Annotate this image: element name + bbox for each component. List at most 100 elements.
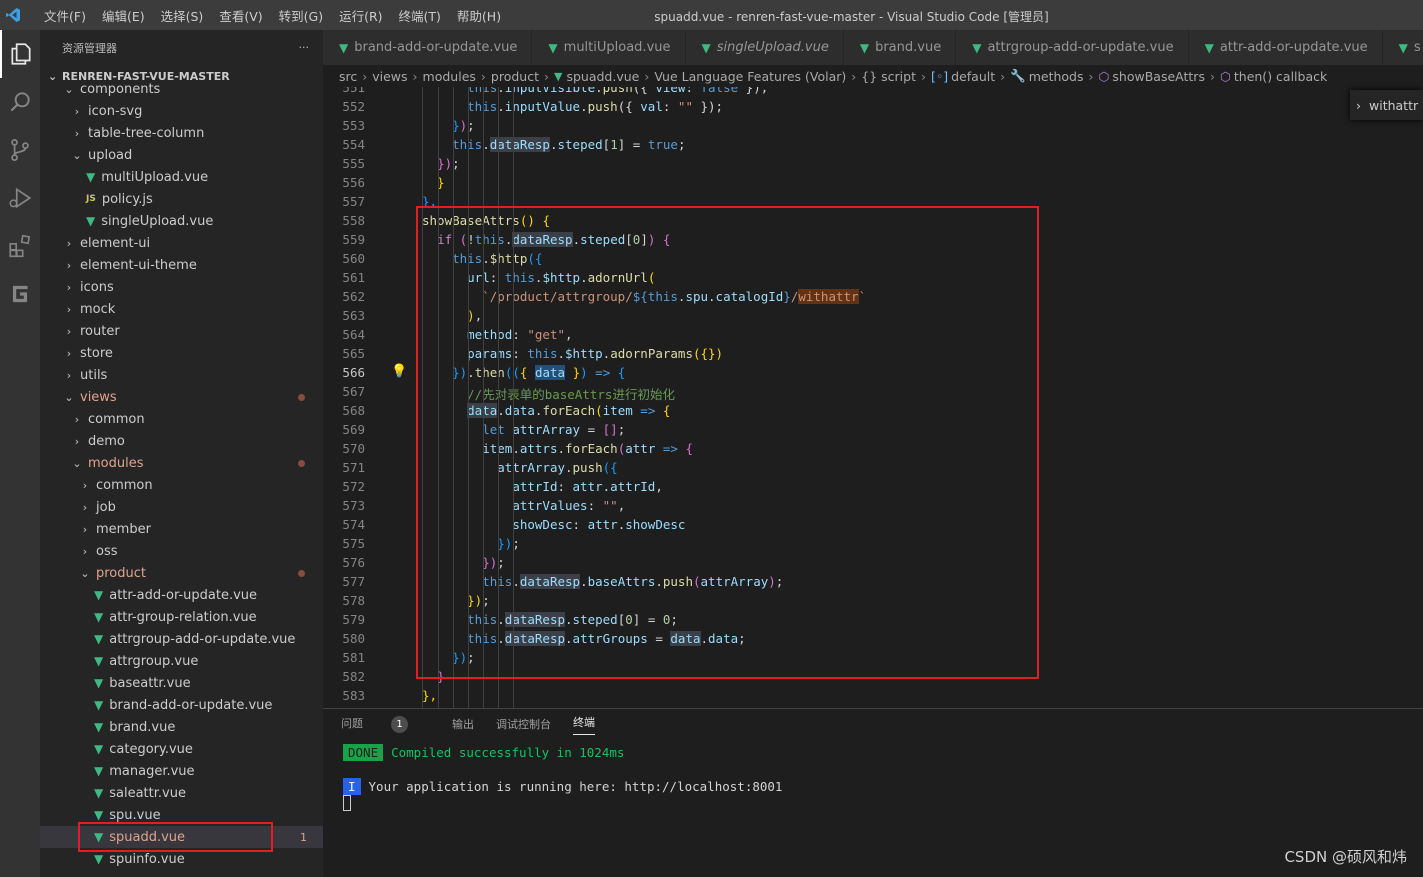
editor-tabs: ▼ brand-add-or-update.vue ▼ multiUpload.vue… bbox=[323, 30, 1423, 65]
tree-folder[interactable]: › job bbox=[40, 496, 323, 518]
chevron-right-icon: › bbox=[66, 280, 72, 294]
code-line: } bbox=[422, 175, 445, 190]
breadcrumb-item[interactable]: src bbox=[339, 69, 357, 84]
editor-tab[interactable]: ▼ attrgroup-add-or-update.vue bbox=[956, 30, 1189, 65]
tree-folder[interactable]: › element-ui-theme bbox=[40, 254, 323, 276]
line-number: 575 bbox=[342, 536, 365, 551]
breadcrumb-item[interactable]: showBaseAttrs bbox=[1112, 69, 1205, 84]
search-icon[interactable] bbox=[0, 78, 40, 126]
tree-file[interactable]: ▼ singleUpload.vue bbox=[40, 210, 323, 232]
editor-tab[interactable]: ▼ multiUpload.vue bbox=[532, 30, 686, 65]
menu-item[interactable]: 帮助(H) bbox=[449, 6, 509, 25]
tab-debug-console[interactable]: 调试控制台 bbox=[496, 716, 551, 732]
run-debug-icon[interactable] bbox=[0, 174, 40, 222]
tree-file[interactable]: ▼ multiUpload.vue bbox=[40, 166, 323, 188]
line-number: 581 bbox=[342, 650, 365, 665]
running-message: Your application is running here: http:/… bbox=[368, 778, 783, 794]
tree-folder[interactable]: › element-ui bbox=[40, 232, 323, 254]
breadcrumb-item[interactable]: product bbox=[491, 69, 539, 84]
sticky-scroll-widget[interactable]: › withattr bbox=[1350, 90, 1423, 120]
terminal-output[interactable]: DONE Compiled successfully in 1024ms I Y… bbox=[323, 739, 1423, 811]
panel-tabs: 问题 1 输出 调试控制台 终端 bbox=[323, 709, 1423, 739]
tree-folder[interactable]: › icon-svg bbox=[40, 100, 323, 122]
lightbulb-icon[interactable]: 💡 bbox=[391, 364, 407, 379]
breadcrumb-item[interactable]: spuadd.vue bbox=[566, 69, 639, 84]
source-control-icon[interactable] bbox=[0, 126, 40, 174]
tree-folder[interactable]: › oss bbox=[40, 540, 323, 562]
line-number: 579 bbox=[342, 612, 365, 627]
breadcrumb-item[interactable]: modules bbox=[423, 69, 476, 84]
tree-file[interactable]: JS policy.js bbox=[40, 188, 323, 210]
tree-folder[interactable]: › utils bbox=[40, 364, 323, 386]
editor-tab[interactable]: ▼ brand-add-or-update.vue bbox=[323, 30, 533, 65]
editor-tab[interactable]: ▼ attr-add-or-update.vue bbox=[1188, 30, 1383, 65]
tree-folder[interactable]: › store bbox=[40, 342, 323, 364]
tree-item-label: baseattr.vue bbox=[109, 675, 191, 691]
tree-file[interactable]: ▼ attr-group-relation.vue bbox=[40, 606, 323, 628]
tree-file[interactable]: ▼ attrgroup-add-or-update.vue bbox=[40, 628, 323, 650]
extensions-icon[interactable] bbox=[0, 222, 40, 270]
menu-item[interactable]: 选择(S) bbox=[153, 6, 212, 25]
vue-file-icon: ▼ bbox=[94, 676, 104, 690]
chevron-right-icon: › bbox=[66, 236, 72, 250]
breadcrumb-item[interactable]: default bbox=[951, 69, 995, 84]
menu-item[interactable]: 终端(T) bbox=[391, 6, 449, 25]
chevron-right-icon: › bbox=[82, 544, 88, 558]
chevron-right-icon: › bbox=[1088, 68, 1094, 84]
tree-folder[interactable]: › common bbox=[40, 474, 323, 496]
tree-file[interactable]: ▼ manager.vue bbox=[40, 760, 323, 782]
tree-item-label: store bbox=[80, 345, 113, 361]
tree-file[interactable]: ▼ brand-add-or-update.vue bbox=[40, 694, 323, 716]
tree-folder[interactable]: › icons bbox=[40, 276, 323, 298]
tree-folder[interactable]: ⌄ views bbox=[40, 386, 323, 408]
tree-folder[interactable]: › demo bbox=[40, 430, 323, 452]
tree-folder[interactable]: › member bbox=[40, 518, 323, 540]
tree-file[interactable]: ▼ attr-add-or-update.vue bbox=[40, 584, 323, 606]
tree-file[interactable]: ▼ attrgroup.vue bbox=[40, 650, 323, 672]
gitlens-icon[interactable] bbox=[0, 270, 40, 318]
menu-item[interactable]: 编辑(E) bbox=[94, 6, 153, 25]
chevron-right-icon: › bbox=[66, 368, 72, 382]
more-actions-icon[interactable]: ··· bbox=[299, 41, 310, 54]
editor-tab[interactable]: ▼ singleUpload.vue bbox=[685, 30, 844, 65]
editor-tab[interactable]: ▼ s bbox=[1382, 30, 1423, 65]
explorer-icon[interactable] bbox=[0, 30, 40, 78]
menu-item[interactable]: 运行(R) bbox=[331, 6, 390, 25]
breadcrumb-item[interactable]: views bbox=[372, 69, 407, 84]
tree-folder[interactable]: › router bbox=[40, 320, 323, 342]
tree-folder[interactable]: › common bbox=[40, 408, 323, 430]
editor-tab[interactable]: ▼ brand.vue bbox=[843, 30, 957, 65]
tab-problems[interactable]: 问题 1 bbox=[341, 715, 430, 733]
tree-file[interactable]: ▼ baseattr.vue bbox=[40, 672, 323, 694]
tree-item-label: common bbox=[88, 411, 145, 427]
tree-file[interactable]: ▼ saleattr.vue bbox=[40, 782, 323, 804]
tree-folder[interactable]: › table-tree-column bbox=[40, 122, 323, 144]
chevron-right-icon: › bbox=[921, 68, 926, 84]
tree-folder[interactable]: ⌄ product bbox=[40, 562, 323, 584]
menu-item[interactable]: 文件(F) bbox=[36, 6, 94, 25]
vue-file-icon: ▼ bbox=[94, 654, 104, 668]
tab-terminal[interactable]: 终端 bbox=[573, 714, 595, 735]
chevron-right-icon: › bbox=[66, 324, 72, 338]
tree-folder[interactable]: ⌄ modules bbox=[40, 452, 323, 474]
chevron-down-icon: ⌄ bbox=[80, 566, 90, 580]
breadcrumb-item[interactable]: Vue Language Features (Volar) bbox=[654, 69, 846, 84]
tab-output[interactable]: 输出 bbox=[452, 716, 474, 732]
tree-folder[interactable]: › mock bbox=[40, 298, 323, 320]
tree-file[interactable]: ▼ brand.vue bbox=[40, 716, 323, 738]
breadcrumb-item[interactable]: {} script bbox=[861, 69, 916, 84]
tree-file[interactable]: ▼ category.vue bbox=[40, 738, 323, 760]
code-editor[interactable]: 551 this.inputVisible.push({ view: false… bbox=[323, 87, 1423, 737]
breadcrumb-item[interactable]: methods bbox=[1029, 69, 1084, 84]
menu-item[interactable]: 转到(G) bbox=[271, 6, 331, 25]
chevron-right-icon: › bbox=[82, 522, 88, 536]
vue-file-icon: ▼ bbox=[86, 214, 96, 228]
tree-folder[interactable]: ⌄ upload bbox=[40, 144, 323, 166]
menu-item[interactable]: 查看(V) bbox=[211, 6, 270, 25]
tree-folder[interactable]: ⌄ components bbox=[40, 78, 323, 100]
code-line: this.dataResp.steped[1] = true; bbox=[452, 137, 686, 152]
line-number: 556 bbox=[342, 175, 365, 190]
breadcrumb-item[interactable]: then() callback bbox=[1234, 69, 1327, 84]
terminal-cursor bbox=[343, 795, 351, 811]
tree-item-label: product bbox=[96, 565, 147, 581]
